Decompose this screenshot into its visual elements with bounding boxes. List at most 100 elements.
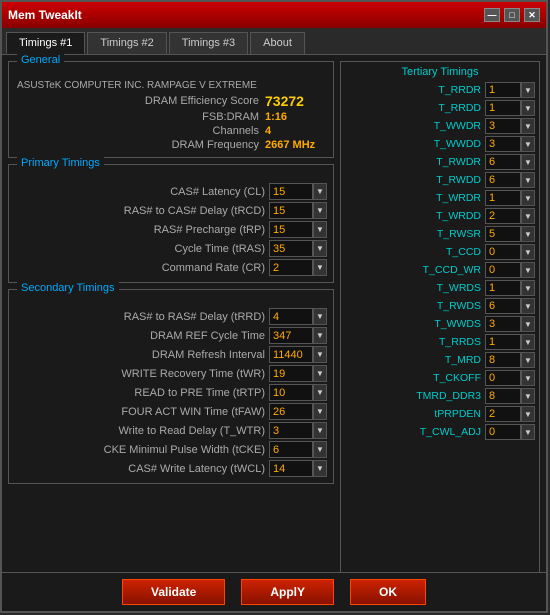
secondary-dropdown-1[interactable]: ▼: [313, 327, 327, 344]
tertiary-input-14[interactable]: [485, 334, 521, 350]
apply-button[interactable]: ApplY: [241, 579, 334, 605]
primary-row-0: CAS# Latency (CL) ▼: [13, 183, 329, 200]
secondary-group: Secondary Timings RAS# to RAS# Delay (tR…: [8, 289, 334, 484]
tertiary-row-8: T_RWSR ▼: [345, 226, 535, 242]
secondary-label-6: Write to Read Delay (T_WTR): [13, 425, 265, 437]
tertiary-dropdown-16[interactable]: ▼: [521, 370, 535, 386]
secondary-dropdown-2[interactable]: ▼: [313, 346, 327, 363]
maximize-button[interactable]: □: [504, 8, 520, 22]
tertiary-input-5[interactable]: [485, 172, 521, 188]
tab-timings2[interactable]: Timings #2: [87, 32, 166, 54]
tertiary-label-17: TMRD_DDR3: [345, 390, 481, 402]
tertiary-dropdown-6[interactable]: ▼: [521, 190, 535, 206]
validate-button[interactable]: Validate: [122, 579, 225, 605]
general-group: General ASUSTeK COMPUTER INC. RAMPAGE V …: [8, 61, 334, 158]
tertiary-input-18[interactable]: [485, 406, 521, 422]
tertiary-dropdown-7[interactable]: ▼: [521, 208, 535, 224]
primary-dropdown-4[interactable]: ▼: [313, 259, 327, 276]
tertiary-row-15: T_MRD ▼: [345, 352, 535, 368]
tertiary-dropdown-13[interactable]: ▼: [521, 316, 535, 332]
secondary-input-5[interactable]: [269, 403, 313, 420]
tertiary-input-9[interactable]: [485, 244, 521, 260]
tertiary-input-19[interactable]: [485, 424, 521, 440]
secondary-input-2[interactable]: [269, 346, 313, 363]
primary-dropdown-1[interactable]: ▼: [313, 202, 327, 219]
tab-about[interactable]: About: [250, 32, 305, 54]
tertiary-dropdown-8[interactable]: ▼: [521, 226, 535, 242]
secondary-input-0[interactable]: [269, 308, 313, 325]
secondary-dropdown-5[interactable]: ▼: [313, 403, 327, 420]
tertiary-dropdown-11[interactable]: ▼: [521, 280, 535, 296]
tertiary-input-10[interactable]: [485, 262, 521, 278]
channels-label: Channels: [213, 125, 259, 137]
tertiary-dropdown-10[interactable]: ▼: [521, 262, 535, 278]
secondary-input-6[interactable]: [269, 422, 313, 439]
tertiary-input-4[interactable]: [485, 154, 521, 170]
primary-dropdown-3[interactable]: ▼: [313, 240, 327, 257]
primary-dropdown-0[interactable]: ▼: [313, 183, 327, 200]
secondary-dropdown-3[interactable]: ▼: [313, 365, 327, 382]
tertiary-dropdown-12[interactable]: ▼: [521, 298, 535, 314]
tertiary-dropdown-3[interactable]: ▼: [521, 136, 535, 152]
tertiary-input-17[interactable]: [485, 388, 521, 404]
tertiary-row-18: tPRPDEN ▼: [345, 406, 535, 422]
secondary-label-7: CKE Minimul Pulse Width (tCKE): [13, 444, 265, 456]
minimize-button[interactable]: —: [484, 8, 500, 22]
secondary-label-1: DRAM REF Cycle Time: [13, 330, 265, 342]
tertiary-input-12[interactable]: [485, 298, 521, 314]
secondary-dropdown-6[interactable]: ▼: [313, 422, 327, 439]
tertiary-dropdown-5[interactable]: ▼: [521, 172, 535, 188]
primary-input-0[interactable]: [269, 183, 313, 200]
primary-input-3[interactable]: [269, 240, 313, 257]
tertiary-input-3[interactable]: [485, 136, 521, 152]
tertiary-input-1[interactable]: [485, 100, 521, 116]
secondary-row-4: READ to PRE Time (tRTP) ▼: [13, 384, 329, 401]
tertiary-row-19: T_CWL_ADJ ▼: [345, 424, 535, 440]
primary-input-4[interactable]: [269, 259, 313, 276]
tertiary-dropdown-2[interactable]: ▼: [521, 118, 535, 134]
primary-input-1[interactable]: [269, 202, 313, 219]
tertiary-dropdown-9[interactable]: ▼: [521, 244, 535, 260]
primary-row-1: RAS# to CAS# Delay (tRCD) ▼: [13, 202, 329, 219]
tertiary-input-8[interactable]: [485, 226, 521, 242]
tertiary-dropdown-18[interactable]: ▼: [521, 406, 535, 422]
tertiary-dropdown-19[interactable]: ▼: [521, 424, 535, 440]
tertiary-input-2[interactable]: [485, 118, 521, 134]
tertiary-dropdown-4[interactable]: ▼: [521, 154, 535, 170]
close-button[interactable]: ✕: [524, 8, 540, 22]
window-controls: — □ ✕: [484, 8, 540, 22]
secondary-dropdown-4[interactable]: ▼: [313, 384, 327, 401]
tertiary-input-15[interactable]: [485, 352, 521, 368]
primary-row-3: Cycle Time (tRAS) ▼: [13, 240, 329, 257]
secondary-input-7[interactable]: [269, 441, 313, 458]
secondary-dropdown-8[interactable]: ▼: [313, 460, 327, 477]
secondary-label-0: RAS# to RAS# Delay (tRRD): [13, 311, 265, 323]
tab-timings1[interactable]: Timings #1: [6, 32, 85, 54]
secondary-input-3[interactable]: [269, 365, 313, 382]
tertiary-dropdown-1[interactable]: ▼: [521, 100, 535, 116]
tertiary-row-11: T_WRDS ▼: [345, 280, 535, 296]
tertiary-input-11[interactable]: [485, 280, 521, 296]
tertiary-input-16[interactable]: [485, 370, 521, 386]
tab-timings3[interactable]: Timings #3: [169, 32, 248, 54]
secondary-dropdown-0[interactable]: ▼: [313, 308, 327, 325]
tertiary-input-7[interactable]: [485, 208, 521, 224]
tertiary-dropdown-0[interactable]: ▼: [521, 82, 535, 98]
tertiary-input-6[interactable]: [485, 190, 521, 206]
secondary-input-4[interactable]: [269, 384, 313, 401]
tertiary-input-13[interactable]: [485, 316, 521, 332]
primary-input-2[interactable]: [269, 221, 313, 238]
secondary-input-8[interactable]: [269, 460, 313, 477]
tertiary-row-4: T_RWDR ▼: [345, 154, 535, 170]
tertiary-label-18: tPRPDEN: [345, 408, 481, 420]
tertiary-row-7: T_WRDD ▼: [345, 208, 535, 224]
tertiary-input-0[interactable]: [485, 82, 521, 98]
secondary-input-1[interactable]: [269, 327, 313, 344]
primary-dropdown-2[interactable]: ▼: [313, 221, 327, 238]
tertiary-dropdown-14[interactable]: ▼: [521, 334, 535, 350]
secondary-dropdown-7[interactable]: ▼: [313, 441, 327, 458]
tertiary-dropdown-15[interactable]: ▼: [521, 352, 535, 368]
tertiary-dropdown-17[interactable]: ▼: [521, 388, 535, 404]
ok-button[interactable]: OK: [350, 579, 426, 605]
fsb-value: 1:16: [265, 111, 325, 123]
